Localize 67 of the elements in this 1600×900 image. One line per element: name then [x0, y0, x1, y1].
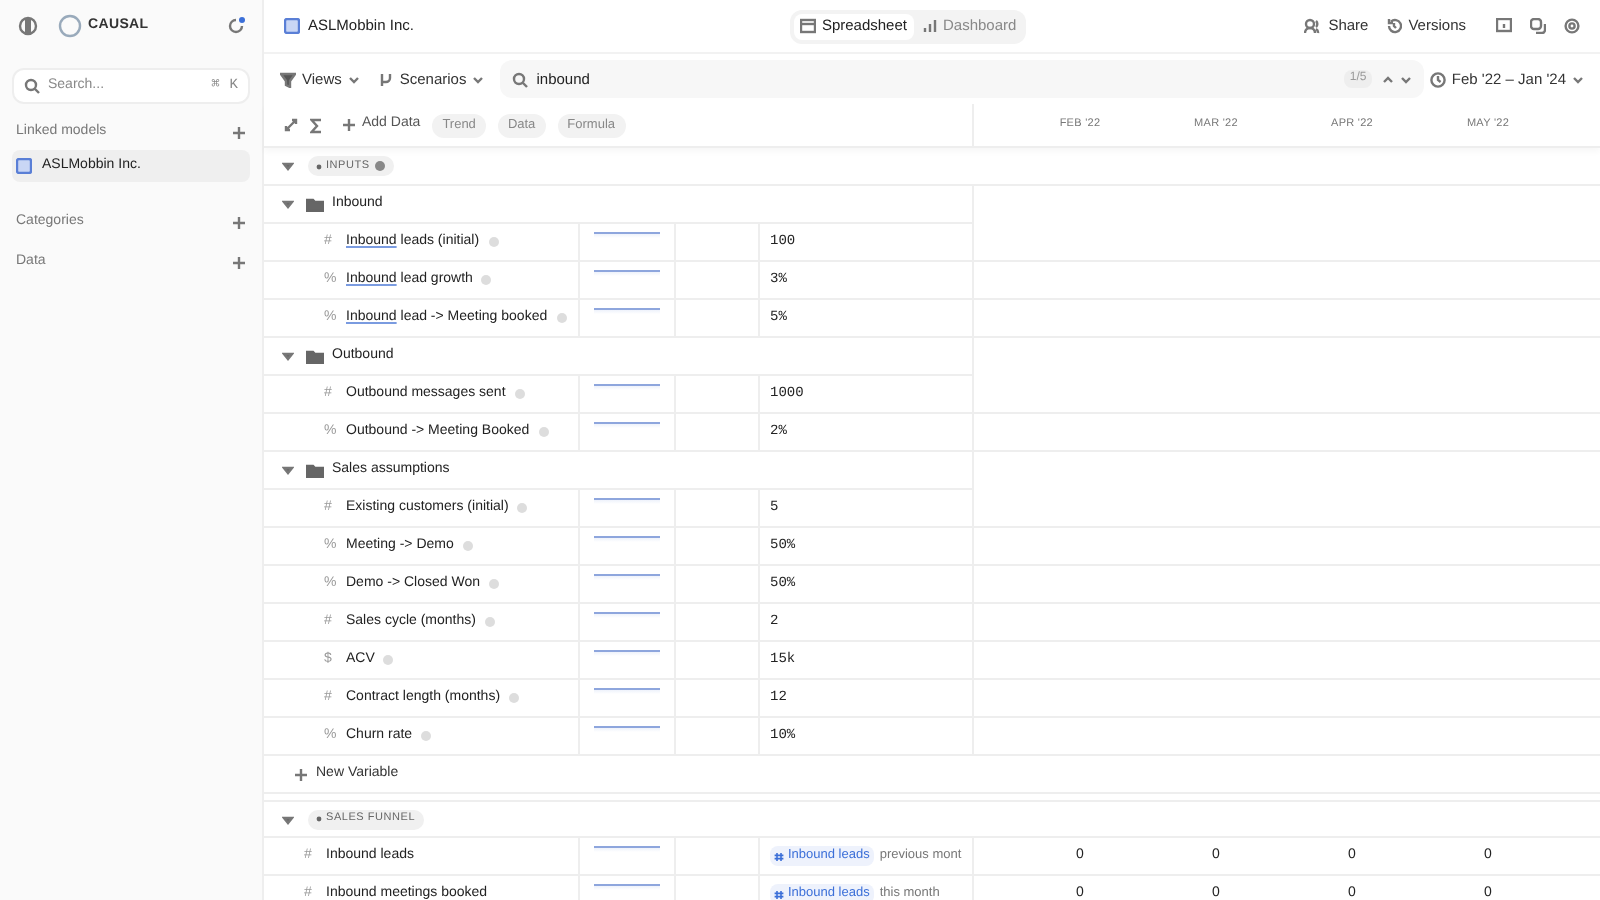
sum-icon — [310, 117, 322, 133]
collapse-toggle[interactable] — [282, 813, 294, 825]
caret-icon — [472, 73, 485, 85]
clock-icon — [1429, 71, 1446, 87]
caret-icon — [1400, 73, 1413, 85]
dot-icon — [316, 163, 322, 169]
sparkline — [594, 232, 660, 238]
sparkline — [594, 536, 660, 542]
info-icon — [487, 236, 500, 248]
notification-icon — [226, 16, 246, 36]
sparkline — [594, 884, 660, 890]
info-icon — [508, 692, 521, 704]
info-icon — [513, 388, 526, 400]
presentation-icon — [1496, 18, 1512, 34]
sidebar-toggle-icon — [18, 16, 38, 36]
caret-icon — [1572, 73, 1584, 85]
history-icon — [1386, 18, 1403, 34]
info-icon — [516, 502, 529, 514]
sparkline — [594, 650, 660, 656]
collapse-toggle[interactable] — [282, 160, 294, 172]
sparkline — [594, 846, 660, 852]
info-icon — [480, 274, 493, 286]
collapse-toggle[interactable] — [282, 464, 294, 476]
info-icon — [487, 578, 500, 590]
sparkline — [594, 498, 660, 504]
bar-chart-icon — [921, 18, 937, 34]
caret-up-icon — [1382, 73, 1395, 85]
info-icon — [461, 540, 474, 552]
info-icon — [537, 426, 550, 438]
sparkline — [594, 384, 660, 390]
filter-icon — [280, 71, 296, 87]
table-icon — [799, 18, 816, 34]
collapse-toggle[interactable] — [282, 198, 294, 210]
add-icon[interactable] — [232, 125, 246, 139]
info-icon — [483, 616, 496, 628]
expand-icon — [284, 118, 298, 132]
people-icon — [1304, 18, 1323, 34]
search-icon — [512, 71, 529, 87]
info-icon — [555, 312, 568, 324]
settings-icon — [1564, 18, 1580, 34]
model-icon — [16, 158, 32, 174]
add-icon[interactable] — [232, 255, 246, 269]
folder-icon — [306, 463, 324, 477]
sparkline — [594, 574, 660, 580]
folder-icon — [306, 349, 324, 363]
plus-icon — [294, 767, 308, 781]
info-icon — [373, 160, 386, 172]
sparkline — [594, 422, 660, 428]
search-icon — [24, 78, 40, 94]
sparkline — [594, 308, 660, 314]
variable-icon — [774, 889, 784, 899]
info-icon — [420, 730, 433, 742]
sparkline — [594, 270, 660, 276]
info-icon — [382, 654, 395, 666]
plus-icon — [342, 118, 356, 132]
variable-icon — [774, 851, 784, 861]
sparkline — [594, 688, 660, 694]
comments-icon — [1530, 18, 1546, 34]
dot-icon — [316, 816, 322, 822]
model-icon — [284, 18, 300, 34]
sparkline — [594, 612, 660, 618]
sparkline — [594, 726, 660, 732]
logo-icon — [58, 14, 82, 38]
add-icon[interactable] — [232, 215, 246, 229]
folder-icon — [306, 197, 324, 211]
collapse-toggle[interactable] — [282, 350, 294, 362]
caret-icon — [347, 73, 360, 85]
